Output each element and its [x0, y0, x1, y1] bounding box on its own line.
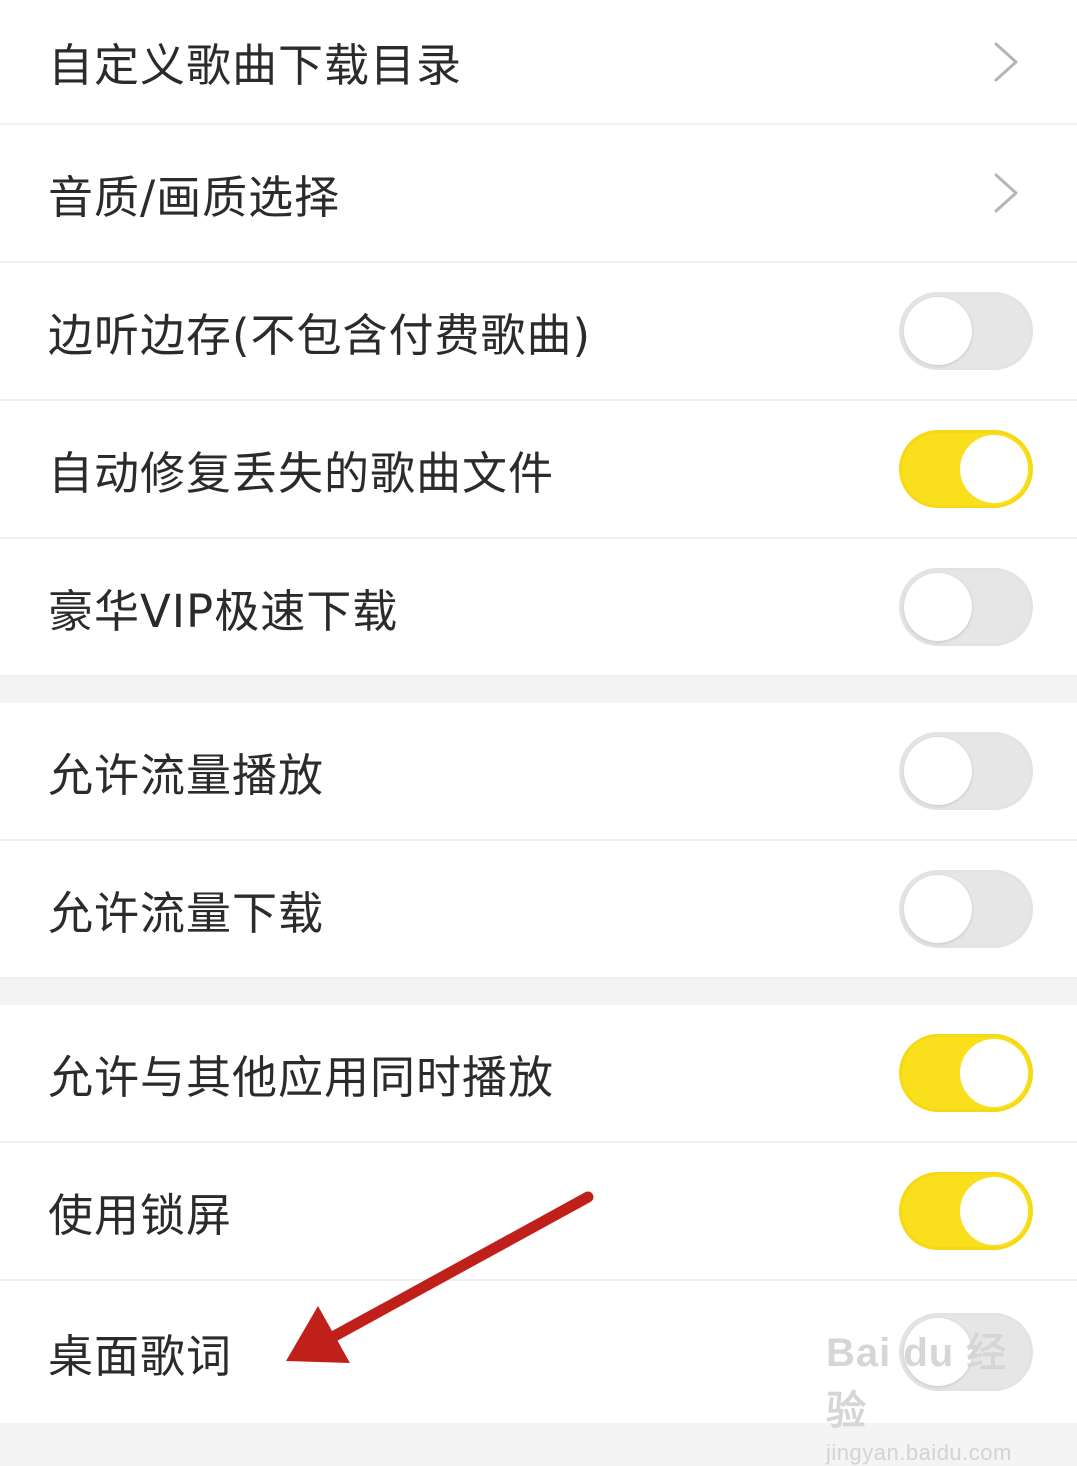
- setting-label: 桌面歌词: [48, 1329, 233, 1383]
- toggle-knob: [960, 1177, 1028, 1245]
- setting-row-auto-repair-files: 自动修复丢失的歌曲文件: [0, 401, 1077, 539]
- section-gap: [0, 677, 1077, 703]
- toggle-knob: [904, 737, 972, 805]
- setting-row-vip-fast-download: 豪华VIP极速下载: [0, 539, 1077, 677]
- watermark-url: jingyan.baidu.com: [826, 1440, 1012, 1465]
- chevron-right-icon: [983, 39, 1029, 85]
- mix-with-other-apps-toggle[interactable]: [899, 1034, 1033, 1112]
- chevron-right-icon: [983, 170, 1029, 216]
- setting-label: 自动修复丢失的歌曲文件: [48, 446, 555, 500]
- setting-label: 允许流量下载: [48, 886, 325, 940]
- setting-label: 边听边存(不包含付费歌曲): [48, 308, 592, 362]
- toggle-knob: [960, 1039, 1028, 1107]
- setting-row-cache-while-listening: 边听边存(不包含付费歌曲): [0, 263, 1077, 401]
- setting-row-quality-selection[interactable]: 音质/画质选择: [0, 125, 1077, 263]
- toggle-knob: [904, 297, 972, 365]
- setting-label: 豪华VIP极速下载: [48, 584, 399, 638]
- setting-label: 允许流量播放: [48, 748, 325, 802]
- toggle-knob: [904, 573, 972, 641]
- setting-row-allow-data-playback: 允许流量播放: [0, 703, 1077, 841]
- allow-data-download-toggle[interactable]: [899, 870, 1033, 948]
- setting-label: 音质/画质选择: [48, 170, 341, 224]
- toggle-knob: [960, 435, 1028, 503]
- desktop-lyrics-toggle[interactable]: [899, 1313, 1033, 1391]
- vip-fast-download-toggle[interactable]: [899, 568, 1033, 646]
- allow-data-playback-toggle[interactable]: [899, 732, 1033, 810]
- setting-row-download-directory[interactable]: 自定义歌曲下载目录: [0, 0, 1077, 125]
- cache-while-listening-toggle[interactable]: [899, 292, 1033, 370]
- auto-repair-files-toggle[interactable]: [899, 430, 1033, 508]
- setting-row-allow-data-download: 允许流量下载: [0, 841, 1077, 979]
- setting-label: 自定义歌曲下载目录: [48, 39, 463, 92]
- settings-list: 自定义歌曲下载目录 音质/画质选择 边听边存(不包含付费歌曲) 自动修复丢失的歌…: [0, 0, 1077, 1423]
- setting-row-lock-screen: 使用锁屏: [0, 1143, 1077, 1281]
- section-gap: [0, 979, 1077, 1005]
- setting-label: 允许与其他应用同时播放: [48, 1050, 555, 1104]
- toggle-knob: [904, 1318, 972, 1386]
- setting-row-mix-with-other-apps: 允许与其他应用同时播放: [0, 1005, 1077, 1143]
- toggle-knob: [904, 875, 972, 943]
- setting-row-desktop-lyrics: 桌面歌词: [0, 1281, 1077, 1423]
- setting-label: 使用锁屏: [48, 1188, 233, 1242]
- lock-screen-toggle[interactable]: [899, 1172, 1033, 1250]
